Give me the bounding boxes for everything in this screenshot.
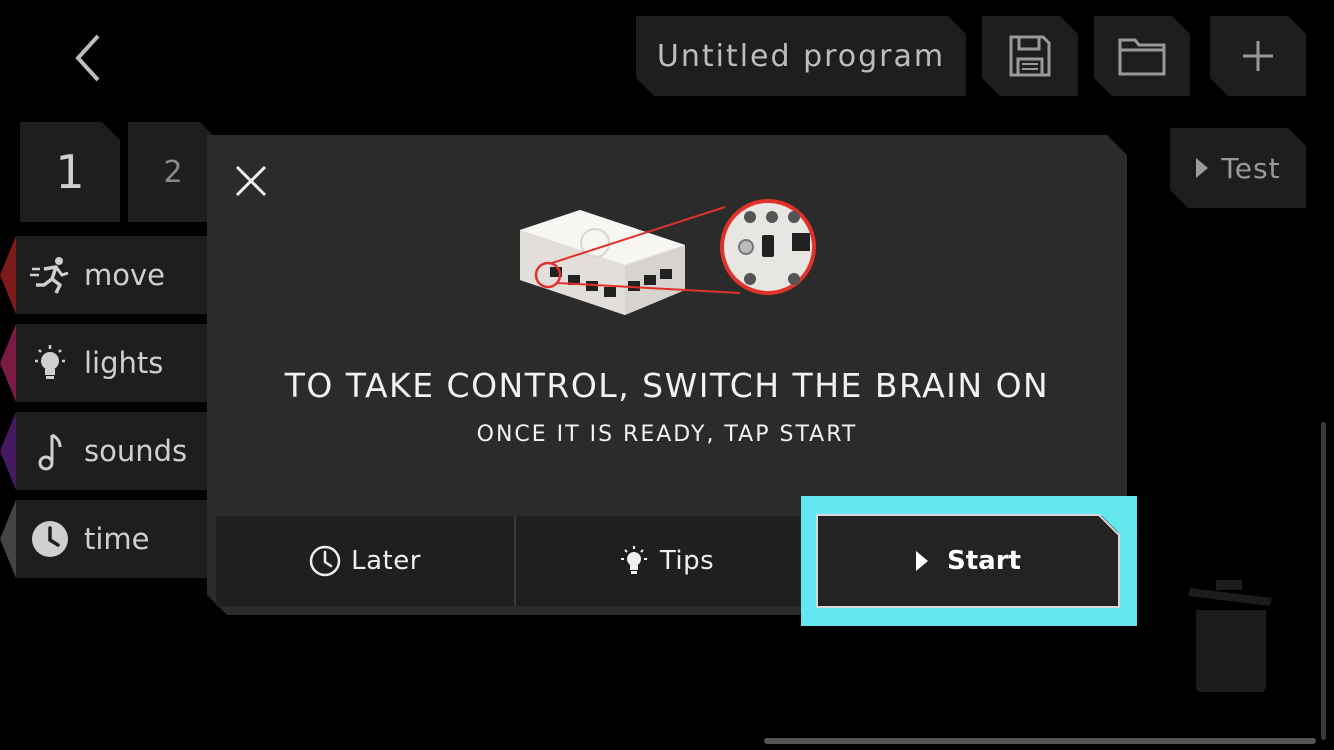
plus-icon — [1240, 38, 1276, 74]
category-lights[interactable]: lights — [0, 324, 210, 402]
category-color-marker — [0, 500, 16, 578]
tips-button[interactable]: Tips — [516, 516, 816, 606]
lightbulb-icon — [30, 343, 70, 383]
start-corner-fold — [1098, 514, 1120, 536]
page-tab-1[interactable]: 1 — [20, 122, 120, 222]
play-icon — [1195, 157, 1209, 179]
category-sounds[interactable]: sounds — [0, 412, 210, 490]
category-color-marker — [0, 324, 16, 402]
lightbulb-icon — [618, 545, 650, 577]
program-title-button[interactable]: Untitled program — [636, 16, 966, 96]
clock-outline-icon — [309, 545, 341, 577]
page-tab-label: 1 — [55, 145, 85, 199]
start-button[interactable]: Start — [816, 514, 1120, 608]
category-color-marker — [0, 236, 16, 314]
test-button[interactable]: Test — [1170, 128, 1306, 208]
category-color-marker — [0, 412, 16, 490]
program-title: Untitled program — [656, 38, 946, 74]
category-move[interactable]: move — [0, 236, 210, 314]
save-button[interactable] — [982, 16, 1078, 96]
save-icon — [1007, 33, 1053, 79]
page-tab-2[interactable]: 2 — [128, 122, 218, 222]
category-label: lights — [84, 346, 164, 380]
chevron-left-icon — [75, 34, 100, 82]
dialog-subheading: ONCE IT IS READY, TAP START — [476, 422, 858, 447]
play-icon — [915, 550, 929, 572]
back-button[interactable] — [64, 28, 116, 88]
trash-icon[interactable] — [1186, 580, 1276, 695]
brain-power-switch-illustration — [510, 195, 830, 340]
later-button[interactable]: Later — [216, 516, 514, 606]
close-button[interactable] — [230, 160, 272, 202]
later-label: Later — [351, 546, 421, 576]
vertical-scrollbar[interactable] — [1321, 422, 1326, 740]
category-label: move — [84, 258, 165, 292]
add-button[interactable] — [1210, 16, 1306, 96]
tips-label: Tips — [659, 546, 715, 576]
close-icon — [235, 165, 267, 197]
music-note-icon — [30, 431, 70, 471]
test-label: Test — [1221, 151, 1281, 185]
category-label: sounds — [84, 434, 188, 468]
dialog-heading: TO TAKE CONTROL, SWITCH THE BRAIN ON — [284, 366, 1050, 405]
running-icon — [30, 255, 70, 295]
folder-icon — [1117, 34, 1167, 78]
open-folder-button[interactable] — [1094, 16, 1190, 96]
clock-icon — [30, 519, 70, 559]
horizontal-scrollbar[interactable] — [764, 738, 1316, 744]
category-label: time — [84, 522, 150, 556]
start-label: Start — [947, 546, 1021, 576]
category-time[interactable]: time — [0, 500, 210, 578]
page-tab-label: 2 — [163, 154, 183, 190]
